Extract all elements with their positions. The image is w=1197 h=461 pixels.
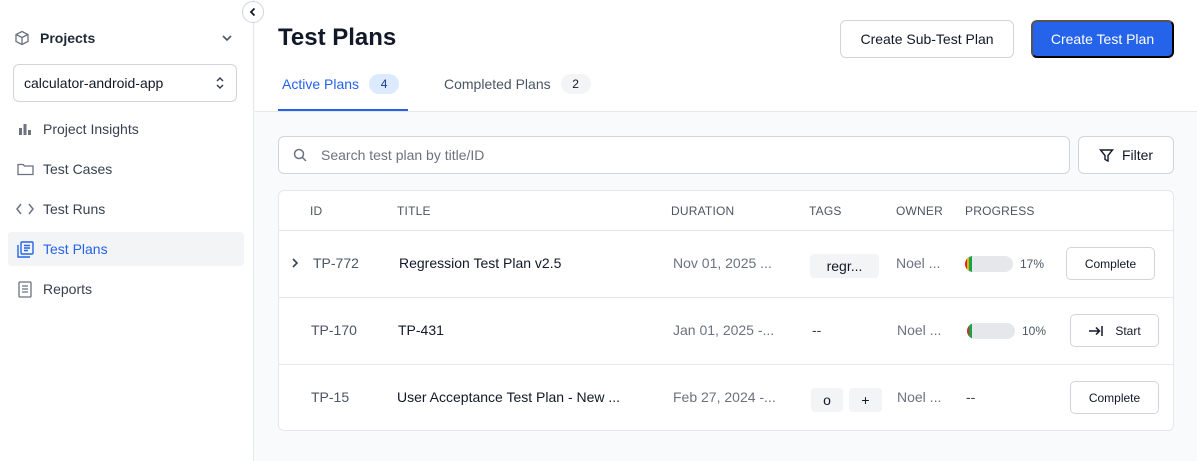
filter-button[interactable]: Filter xyxy=(1078,136,1174,174)
tab-count-badge: 2 xyxy=(560,74,591,94)
plan-duration: Jan 01, 2025 -... xyxy=(673,322,775,338)
test-plans-table: ID TITLE DURATION TAGS OWNER PROGRESS TP… xyxy=(278,190,1174,431)
plan-title[interactable]: TP-431 xyxy=(398,322,658,338)
project-select-value: calculator-android-app xyxy=(24,75,164,91)
sidebar: Projects calculator-android-app Project … xyxy=(0,0,254,461)
table-row[interactable]: TP-170 TP-431 Jan 01, 2025 -... -- Noel … xyxy=(279,298,1173,365)
table-header: ID TITLE DURATION TAGS OWNER PROGRESS xyxy=(279,191,1173,231)
plan-duration: Nov 01, 2025 ... xyxy=(673,255,772,271)
column-header-owner[interactable]: OWNER xyxy=(896,204,943,218)
sidebar-item-label: Test Cases xyxy=(43,161,113,177)
tab-count-badge: 4 xyxy=(369,74,400,94)
chevron-down-icon[interactable] xyxy=(220,31,234,45)
sidebar-item-reports[interactable]: Reports xyxy=(8,272,244,306)
tag-chip: regr... xyxy=(810,254,879,278)
chevron-up-down-icon xyxy=(214,74,226,92)
tab-active-plans[interactable]: Active Plans 4 xyxy=(282,74,400,94)
report-icon xyxy=(16,280,34,298)
filter-label: Filter xyxy=(1121,147,1154,163)
main-content: Test Plans Create Sub-Test Plan Create T… xyxy=(255,0,1197,461)
progress-segment-green xyxy=(969,323,972,339)
chevron-right-icon[interactable] xyxy=(289,256,301,270)
start-label: Start xyxy=(1115,323,1141,338)
projects-label: Projects xyxy=(40,30,96,46)
column-header-title[interactable]: TITLE xyxy=(397,204,431,218)
sidebar-item-test-plans[interactable]: Test Plans xyxy=(8,232,244,266)
start-button[interactable]: Start xyxy=(1070,314,1159,347)
page-header: Test Plans Create Sub-Test Plan Create T… xyxy=(255,0,1197,112)
complete-button[interactable]: Complete xyxy=(1070,381,1159,414)
plan-owner: Noel ... xyxy=(897,322,942,338)
sidebar-item-label: Reports xyxy=(43,281,93,297)
progress-empty: -- xyxy=(966,389,976,405)
plan-title[interactable]: User Acceptance Test Plan - New ... xyxy=(397,389,643,405)
plan-owner: Noel ... xyxy=(896,255,941,271)
tag-chip: o xyxy=(811,388,843,412)
create-sub-test-plan-button[interactable]: Create Sub-Test Plan xyxy=(840,20,1014,58)
column-header-id[interactable]: ID xyxy=(310,204,322,218)
collapse-sidebar-button[interactable] xyxy=(242,1,264,23)
progress-percent: 10% xyxy=(1022,324,1047,338)
column-header-progress[interactable]: PROGRESS xyxy=(965,204,1035,218)
progress-segment-green xyxy=(969,256,972,272)
plan-id: TP-15 xyxy=(311,389,350,405)
search-icon xyxy=(293,148,307,162)
tab-completed-plans[interactable]: Completed Plans 2 xyxy=(444,74,591,94)
tags-empty: -- xyxy=(812,322,822,338)
progress-bar xyxy=(965,256,1013,272)
sidebar-item-test-cases[interactable]: Test Cases xyxy=(8,152,244,186)
search-input[interactable] xyxy=(321,147,1021,163)
progress-indicator: 17% xyxy=(965,256,1044,272)
plan-duration: Feb 27, 2024 -... xyxy=(673,389,776,405)
sidebar-item-label: Test Runs xyxy=(43,201,106,217)
sidebar-item-label: Test Plans xyxy=(43,241,108,257)
plan-id: TP-772 xyxy=(313,255,359,271)
sidebar-item-project-insights[interactable]: Project Insights xyxy=(8,112,244,146)
sidebar-nav: Project Insights Test Cases Test Runs Te… xyxy=(8,112,244,312)
progress-indicator: 10% xyxy=(967,323,1046,339)
projects-header[interactable]: Projects xyxy=(14,26,240,50)
filter-icon xyxy=(1098,148,1114,163)
create-test-plan-button[interactable]: Create Test Plan xyxy=(1031,20,1174,58)
sidebar-item-test-runs[interactable]: Test Runs xyxy=(8,192,244,226)
plan-owner: Noel ... xyxy=(897,389,942,405)
progress-bar xyxy=(967,323,1015,339)
test-plans-icon xyxy=(16,240,34,258)
progress-percent: 17% xyxy=(1020,257,1045,271)
table-row[interactable]: TP-772 Regression Test Plan v2.5 Nov 01,… xyxy=(279,231,1173,298)
plan-id: TP-170 xyxy=(311,322,357,338)
page-title: Test Plans xyxy=(278,24,397,51)
plan-title[interactable]: Regression Test Plan v2.5 xyxy=(399,255,659,271)
table-row[interactable]: TP-15 User Acceptance Test Plan - New ..… xyxy=(279,365,1173,430)
column-header-duration[interactable]: DURATION xyxy=(671,204,734,218)
project-select[interactable]: calculator-android-app xyxy=(13,64,237,102)
active-tab-indicator xyxy=(278,109,408,111)
search-box xyxy=(278,136,1070,174)
tab-label: Completed Plans xyxy=(444,76,551,92)
arrow-right-to-line-icon xyxy=(1088,325,1104,337)
bar-chart-icon xyxy=(16,120,34,138)
tab-label: Active Plans xyxy=(282,76,360,92)
chevron-left-icon xyxy=(248,7,258,17)
complete-button[interactable]: Complete xyxy=(1066,247,1155,280)
cube-icon xyxy=(14,30,30,46)
column-header-tags[interactable]: TAGS xyxy=(809,204,842,218)
sidebar-item-label: Project Insights xyxy=(43,121,139,137)
code-icon xyxy=(16,200,34,218)
folder-icon xyxy=(16,160,34,178)
tag-chip: + xyxy=(849,388,882,412)
